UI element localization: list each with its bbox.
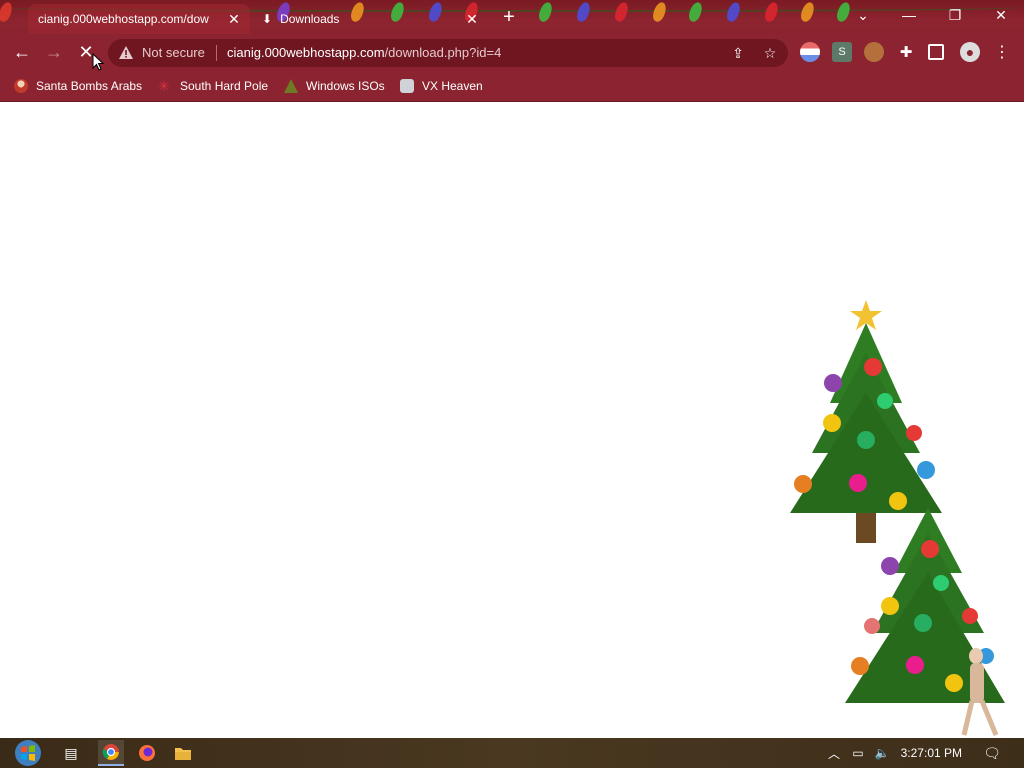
bookmark-star-icon[interactable]: ☆ <box>760 43 780 63</box>
taskbar: ▤ ︿ ▭ 🔈 3:27:01 PM 🗨 <box>0 738 1024 768</box>
security-label[interactable]: Not secure <box>142 45 205 60</box>
tab-label: Downloads <box>280 12 340 26</box>
close-icon[interactable]: ✕ <box>464 11 480 27</box>
restore-button[interactable]: ❐ <box>932 0 978 30</box>
url-host: cianig.000webhostapp.com <box>227 45 385 60</box>
clock[interactable]: 3:27:01 PM <box>901 746 962 760</box>
url-text[interactable]: cianig.000webhostapp.com/download.php?id… <box>227 45 501 60</box>
bookmark-label: VX Heaven <box>422 79 483 93</box>
url-path: /download.php?id=4 <box>384 45 502 60</box>
back-button[interactable]: ← <box>9 39 35 65</box>
network-icon[interactable]: ▭ <box>848 740 868 766</box>
profile-icon[interactable]: ● <box>960 42 980 62</box>
chrome-logo-icon <box>102 744 119 760</box>
christmas-tree <box>790 300 942 543</box>
chrome-icon[interactable] <box>98 740 124 766</box>
bookmark-south-hard-pole[interactable]: ✳ South Hard Pole <box>158 77 268 95</box>
browser-toolbar: ← → ✕ Not secure cianig.000webhostapp.co… <box>0 34 1024 70</box>
bookmark-windows-isos[interactable]: Windows ISOs <box>284 77 385 95</box>
page-content <box>0 103 1024 738</box>
close-window-button[interactable]: ✕ <box>978 0 1024 30</box>
s-extension-icon[interactable]: S <box>832 42 852 62</box>
windows-logo-icon <box>15 740 41 766</box>
volume-icon[interactable]: 🔈 <box>872 740 892 766</box>
bookmark-label: Windows ISOs <box>306 79 385 93</box>
tab-downloads[interactable]: ⬇ Downloads ✕ <box>252 4 488 34</box>
address-bar[interactable]: Not secure cianig.000webhostapp.com/down… <box>108 39 788 67</box>
bookmark-vx-heaven[interactable]: VX Heaven <box>400 77 483 95</box>
snowflake-icon: ✳ <box>158 78 170 94</box>
title-bar: cianig.000webhostapp.com/dow ✕ ⬇ Downloa… <box>0 0 1024 34</box>
avatar-extension-icon[interactable] <box>864 42 884 62</box>
minimize-button[interactable]: — <box>886 0 932 30</box>
task-view-icon[interactable]: ▤ <box>58 740 84 766</box>
menu-icon[interactable]: ⋮ <box>992 42 1012 62</box>
vx-icon <box>400 79 414 93</box>
bookmarks-bar: Santa Bombs Arabs ✳ South Hard Pole Wind… <box>0 70 1024 102</box>
warning-icon[interactable] <box>118 45 134 61</box>
flag-extension-icon[interactable] <box>800 42 820 62</box>
tab-download-page[interactable]: cianig.000webhostapp.com/dow ✕ <box>28 4 250 34</box>
file-explorer-icon[interactable] <box>170 740 196 766</box>
start-button[interactable] <box>10 738 46 768</box>
firefox-logo-icon <box>139 745 155 761</box>
tab-search-button[interactable]: ⌄ <box>840 0 886 30</box>
close-icon[interactable]: ✕ <box>226 11 242 27</box>
share-icon[interactable]: ⇪ <box>728 43 748 63</box>
bookmark-label: South Hard Pole <box>180 79 269 93</box>
notifications-icon[interactable]: 🗨 <box>980 740 1004 766</box>
forward-button[interactable]: → <box>41 39 67 65</box>
bookmark-santa-bombs-arabs[interactable]: Santa Bombs Arabs <box>14 77 142 95</box>
santa-icon <box>14 79 28 93</box>
download-icon: ⬇ <box>262 12 273 26</box>
bookmark-label: Santa Bombs Arabs <box>36 79 143 93</box>
christmas-trees-decoration <box>790 300 1005 736</box>
firefox-icon[interactable] <box>134 740 160 766</box>
sidepanel-icon[interactable] <box>928 44 944 60</box>
divider <box>216 45 217 61</box>
tab-label: cianig.000webhostapp.com/dow <box>38 12 209 26</box>
folder-icon <box>175 748 191 760</box>
puzzle-icon[interactable]: ✚ <box>896 42 916 62</box>
show-hidden-icons-button[interactable]: ︿ <box>824 740 844 766</box>
new-tab-button[interactable]: + <box>498 7 520 29</box>
tree-icon <box>284 79 298 93</box>
mouse-cursor <box>92 53 104 71</box>
